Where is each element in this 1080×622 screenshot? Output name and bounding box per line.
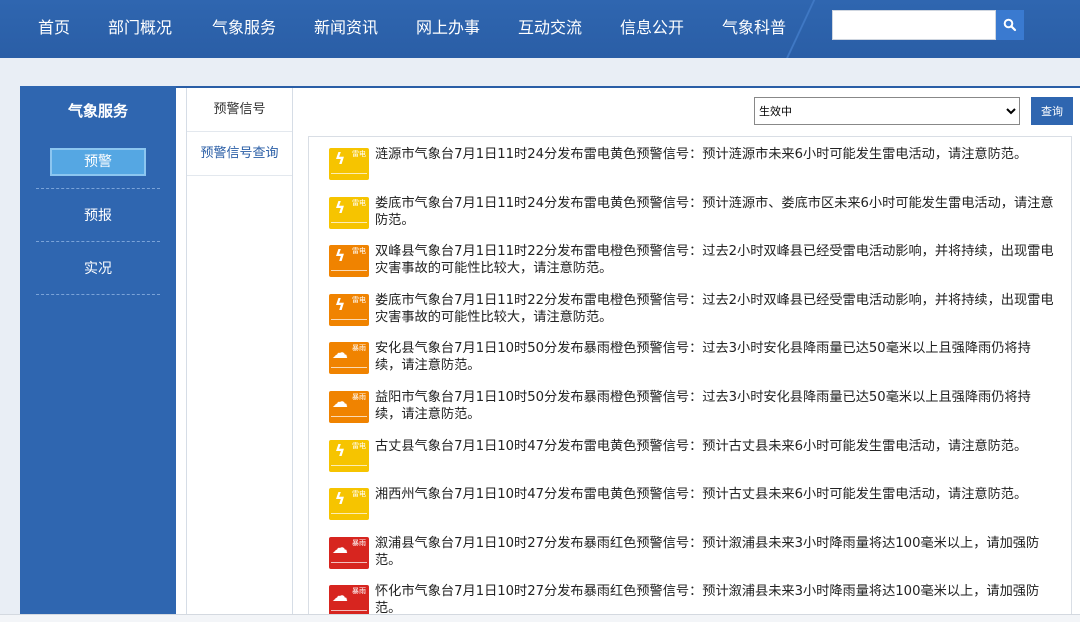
list-item[interactable]: ϟ 雷电 双峰县气象台7月1日11时22分发布雷电橙色预警信号：过去2小时双峰县已经… [329,242,1071,291]
rain-glyph: ☁ [332,343,348,363]
lightning-glyph: ϟ [334,440,346,460]
sidebar: 气象服务 预警 预报 实况 [20,86,176,616]
rainstorm-orange-icon: ☁ 暴雨 [329,390,369,423]
rainstorm-orange-icon: ☁ 暴雨 [329,342,369,375]
search-button[interactable] [996,10,1024,40]
subnav-warning-query[interactable]: 预警信号查询 [187,132,292,176]
list-item[interactable]: ϟ 雷电 古丈县气象台7月1日10时47分发布雷电黄色预警信号：预计古丈县未来6小时… [329,437,1071,486]
warning-text[interactable]: 双峰县气象台7月1日11时22分发布雷电橙色预警信号：过去2小时双峰县已经受雷电… [375,242,1055,277]
sidebar-item-label: 预警 [50,148,146,176]
sidebar-item-warning[interactable]: 预警 [36,136,160,189]
icon-type-label: 暴雨 [352,344,366,353]
sidebar-title: 气象服务 [67,102,128,120]
rain-glyph: ☁ [332,391,348,411]
thunder-yellow-icon: ϟ 雷电 [329,196,369,229]
rain-glyph: ☁ [332,537,348,557]
thunder-yellow-icon: ϟ 雷电 [329,488,369,521]
icon-level-strip [331,270,367,276]
thunder-yellow-icon: ϟ 雷电 [329,439,369,472]
nav-science[interactable]: 气象科普 [722,0,786,58]
top-nav: 首页 部门概况 气象服务 新闻资讯 网上办事 互动交流 信息公开 气象科普 [0,0,1080,58]
warning-list: ϟ 雷电 涟源市气象台7月1日11时24分发布雷电黄色预警信号：预计涟源市未来6小时… [308,136,1072,616]
icon-type-label: 雷电 [352,247,366,256]
icon-type-label: 雷电 [352,441,366,450]
icon-level-strip [331,415,367,422]
lightning-glyph: ϟ [334,489,346,509]
list-item[interactable]: ☁ 暴雨 益阳市气象台7月1日10时50分发布暴雨橙色预警信号：过去3小时安化县降雨… [329,388,1071,437]
sidebar-item-label: 实况 [84,261,112,277]
status-select[interactable]: 生效中 [754,97,1020,125]
subnav: 预警信号 预警信号查询 [186,88,293,616]
icon-type-label: 雷电 [352,150,366,158]
icon-type-label: 雷电 [352,198,366,207]
nav-home[interactable]: 首页 [38,0,70,58]
warning-text[interactable]: 娄底市气象台7月1日11时22分发布雷电橙色预警信号：过去2小时双峰县已经受雷电… [375,291,1055,326]
search-box [800,0,1080,58]
icon-type-label: 雷电 [352,295,366,304]
icon-type-label: 暴雨 [352,392,366,401]
rain-glyph: ☁ [332,586,348,606]
icon-level-strip [331,513,367,519]
nav-news[interactable]: 新闻资讯 [314,0,378,58]
icon-type-label: 暴雨 [352,587,366,596]
list-item[interactable]: ☁ 暴雨 安化县气象台7月1日10时50分发布暴雨橙色预警信号：过去3小时安化县降雨… [329,339,1071,388]
warning-text[interactable]: 溆浦县气象台7月1日10时27分发布暴雨红色预警信号：预计溆浦县未来3小时降雨量… [375,534,1055,569]
warning-text[interactable]: 湘西州气象台7月1日10时47分发布雷电黄色预警信号：预计古丈县未来6小时可能发… [375,485,1055,503]
warning-text[interactable]: 娄底市气象台7月1日11时24分发布雷电黄色预警信号：预计涟源市、娄底市区未来6… [375,194,1055,229]
list-item[interactable]: ϟ 雷电 涟源市气象台7月1日11时24分发布雷电黄色预警信号：预计涟源市未来6小时… [329,145,1071,194]
icon-type-label: 雷电 [352,490,366,499]
subnav-warning-signal[interactable]: 预警信号 [187,88,292,132]
thunder-orange-icon: ϟ 雷电 [329,245,369,278]
rainstorm-red-icon: ☁ 暴雨 [329,536,369,569]
warning-text[interactable]: 涟源市气象台7月1日11时24分发布雷电黄色预警信号：预计涟源市未来6小时可能发… [375,145,1055,163]
thunder-orange-icon: ϟ 雷电 [329,293,369,326]
nav-public-info[interactable]: 信息公开 [620,0,684,58]
list-item[interactable]: ϟ 雷电 娄底市气象台7月1日11时24分发布雷电黄色预警信号：预计涟源市、娄底市区… [329,194,1071,243]
warning-text[interactable]: 益阳市气象台7月1日10时50分发布暴雨橙色预警信号：过去3小时安化县降雨量已达… [375,388,1055,423]
warning-text[interactable]: 安化县气象台7月1日10时50分发布暴雨橙色预警信号：过去3小时安化县降雨量已达… [375,339,1055,374]
list-item[interactable]: ϟ 雷电 湘西州气象台7月1日10时47分发布雷电黄色预警信号：预计古丈县未来6小时… [329,485,1071,534]
thunder-yellow-icon: ϟ 雷电 [329,148,369,180]
warning-text[interactable]: 古丈县气象台7月1日10时47分发布雷电黄色预警信号：预计古丈县未来6小时可能发… [375,437,1055,455]
lightning-glyph: ϟ [334,294,346,314]
lightning-glyph: ϟ [334,149,346,168]
list-item[interactable]: ☁ 暴雨 怀化市气象台7月1日10时27分发布暴雨红色预警信号：预计溆浦县未来3小时… [329,582,1071,616]
icon-level-strip [331,367,367,373]
lightning-glyph: ϟ [334,197,346,217]
icon-type-label: 暴雨 [352,538,366,547]
search-icon [1003,18,1017,32]
list-item[interactable]: ☁ 暴雨 溆浦县气象台7月1日10时27分发布暴雨红色预警信号：预计溆浦县未来3小时… [329,534,1071,583]
sidebar-item-label: 预报 [84,208,112,224]
nav-online-affairs[interactable]: 网上办事 [416,0,480,58]
lightning-glyph: ϟ [334,246,346,266]
rainstorm-red-icon: ☁ 暴雨 [329,585,369,616]
sidebar-item-forecast[interactable]: 预报 [36,189,160,242]
nav-about[interactable]: 部门概况 [108,0,172,58]
icon-level-strip [331,561,367,568]
nav-weather-service[interactable]: 气象服务 [212,0,276,58]
query-button[interactable]: 查询 [1031,97,1073,125]
warning-text[interactable]: 怀化市气象台7月1日10时27分发布暴雨红色预警信号：预计溆浦县未来3小时降雨量… [375,582,1055,616]
icon-level-strip [331,464,367,471]
nav-interaction[interactable]: 互动交流 [518,0,582,58]
status-bar [0,614,1080,622]
icon-level-strip [331,318,367,325]
sidebar-item-observation[interactable]: 实况 [36,242,160,295]
search-input[interactable] [832,10,996,40]
icon-level-strip [331,221,367,228]
icon-level-strip [331,173,367,179]
list-item[interactable]: ϟ 雷电 娄底市气象台7月1日11时22分发布雷电橙色预警信号：过去2小时双峰县已经… [329,291,1071,340]
